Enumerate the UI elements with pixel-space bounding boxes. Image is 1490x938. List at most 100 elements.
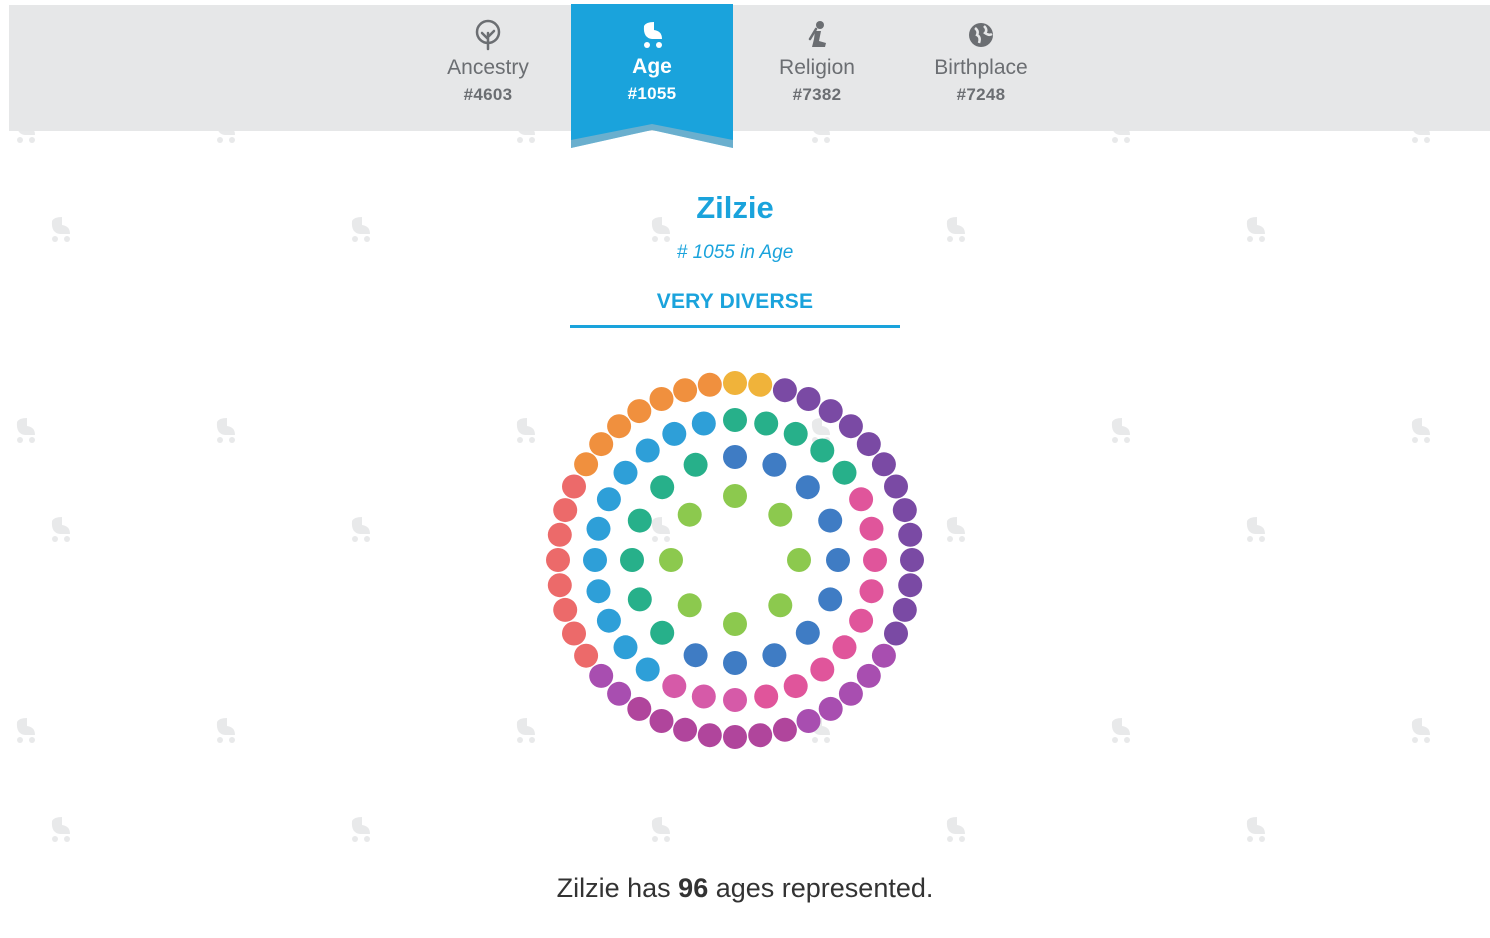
- globe-icon: [969, 23, 993, 47]
- age-dot: [838, 414, 863, 439]
- age-dot: [697, 372, 722, 397]
- age-dot: [768, 502, 793, 527]
- age-dot: [762, 643, 787, 668]
- age-dot: [613, 635, 638, 660]
- age-dot: [762, 452, 787, 477]
- age-dot: [553, 498, 578, 523]
- summary-count: 96: [678, 873, 709, 903]
- age-dot: [859, 516, 884, 541]
- tab-religion-label: Religion: [779, 56, 855, 79]
- stroller-pattern-icon: [1111, 418, 1130, 443]
- age-dot: [662, 674, 687, 699]
- tab-ancestry[interactable]: Ancestry #4603: [407, 5, 569, 131]
- age-dot: [838, 681, 863, 706]
- age-dot: [627, 587, 652, 612]
- stroller-pattern-icon: [16, 718, 35, 743]
- age-dot: [673, 717, 698, 742]
- tab-religion[interactable]: Religion #7382: [736, 5, 898, 131]
- stroller-pattern-icon: [216, 718, 235, 743]
- age-dot: [723, 651, 747, 675]
- age-dot: [859, 579, 884, 604]
- age-dot: [596, 487, 621, 512]
- age-dot: [673, 378, 698, 403]
- stroller-pattern-icon: [216, 418, 235, 443]
- stroller-pattern-icon: [51, 817, 70, 842]
- summary-suffix: ages represented.: [708, 873, 934, 903]
- tab-birthplace-rank: #7248: [956, 85, 1006, 104]
- place-rank: # 1055 in Age: [676, 242, 794, 263]
- age-dot: [787, 548, 811, 572]
- age-dot: [596, 608, 621, 633]
- age-dot: [635, 438, 660, 463]
- age-dot: [892, 498, 917, 523]
- stroller-pattern-icon: [946, 817, 965, 842]
- summary-text: Zilzie has 96 ages represented.: [0, 873, 1490, 904]
- place-name: Zilzie: [696, 190, 774, 225]
- age-dot: [635, 657, 660, 682]
- age-dot: [783, 674, 808, 699]
- tab-age[interactable]: Age #1055: [571, 4, 733, 148]
- age-dot: [723, 612, 747, 636]
- age-dot: [627, 508, 652, 533]
- stroller-pattern-icon: [1246, 817, 1265, 842]
- age-dot: [892, 597, 917, 622]
- age-dot: [818, 508, 843, 533]
- stroller-pattern-icon: [1411, 718, 1430, 743]
- age-dot: [607, 681, 632, 706]
- stroller-pattern-icon: [51, 517, 70, 542]
- age-dot: [856, 663, 881, 688]
- diversity-label: VERY DIVERSE: [656, 290, 814, 313]
- stroller-pattern-icon: [946, 517, 965, 542]
- age-dot: [723, 445, 747, 469]
- age-dot: [754, 411, 779, 436]
- stroller-pattern-icon: [1411, 418, 1430, 443]
- summary-prefix: Zilzie has: [556, 873, 679, 903]
- age-dot: [649, 709, 674, 733]
- age-dot: [691, 684, 716, 709]
- age-dot: [832, 635, 857, 660]
- stroller-pattern-icon: [351, 217, 370, 242]
- age-dot: [662, 421, 687, 446]
- age-dot: [613, 460, 638, 485]
- age-dot: [607, 414, 632, 439]
- age-dot: [547, 573, 572, 598]
- age-dot: [627, 696, 652, 721]
- age-dot: [810, 438, 835, 463]
- age-dot: [589, 432, 614, 457]
- age-dot: [795, 475, 820, 500]
- age-dot: [546, 548, 570, 572]
- age-dot: [562, 474, 586, 499]
- age-dot: [818, 587, 843, 612]
- age-dot: [562, 621, 586, 646]
- age-dot: [810, 657, 835, 682]
- age-dot: [677, 593, 702, 618]
- age-dot: [649, 387, 674, 411]
- age-dot: [884, 474, 908, 499]
- age-dot: [574, 643, 599, 668]
- age-dot: [818, 399, 843, 424]
- age-dot: [553, 597, 578, 622]
- stroller-pattern-icon: [516, 718, 535, 743]
- stroller-pattern-icon: [1111, 718, 1130, 743]
- stroller-pattern-icon: [16, 418, 35, 443]
- age-dot: [547, 522, 572, 547]
- age-dot: [832, 460, 857, 485]
- age-dot: [691, 411, 716, 436]
- tab-religion-rank: #7382: [792, 85, 842, 104]
- diversity-underline: [570, 325, 900, 328]
- tab-ancestry-rank: #4603: [463, 85, 513, 104]
- tree-icon: [475, 19, 501, 51]
- tab-birthplace[interactable]: Birthplace #7248: [900, 5, 1062, 131]
- age-dot: [574, 452, 599, 477]
- age-diversity-dot-chart: [546, 371, 924, 749]
- age-dot: [795, 620, 820, 645]
- age-dot: [697, 723, 722, 748]
- age-dot: [863, 548, 887, 572]
- age-dot: [589, 663, 614, 688]
- stroller-pattern-icon: [51, 217, 70, 242]
- tab-age-label: Age: [632, 55, 672, 78]
- stroller-pattern-icon: [946, 217, 965, 242]
- stroller-pattern-icon: [1246, 517, 1265, 542]
- baby-stroller-icon: [643, 22, 662, 48]
- age-dot: [723, 484, 747, 508]
